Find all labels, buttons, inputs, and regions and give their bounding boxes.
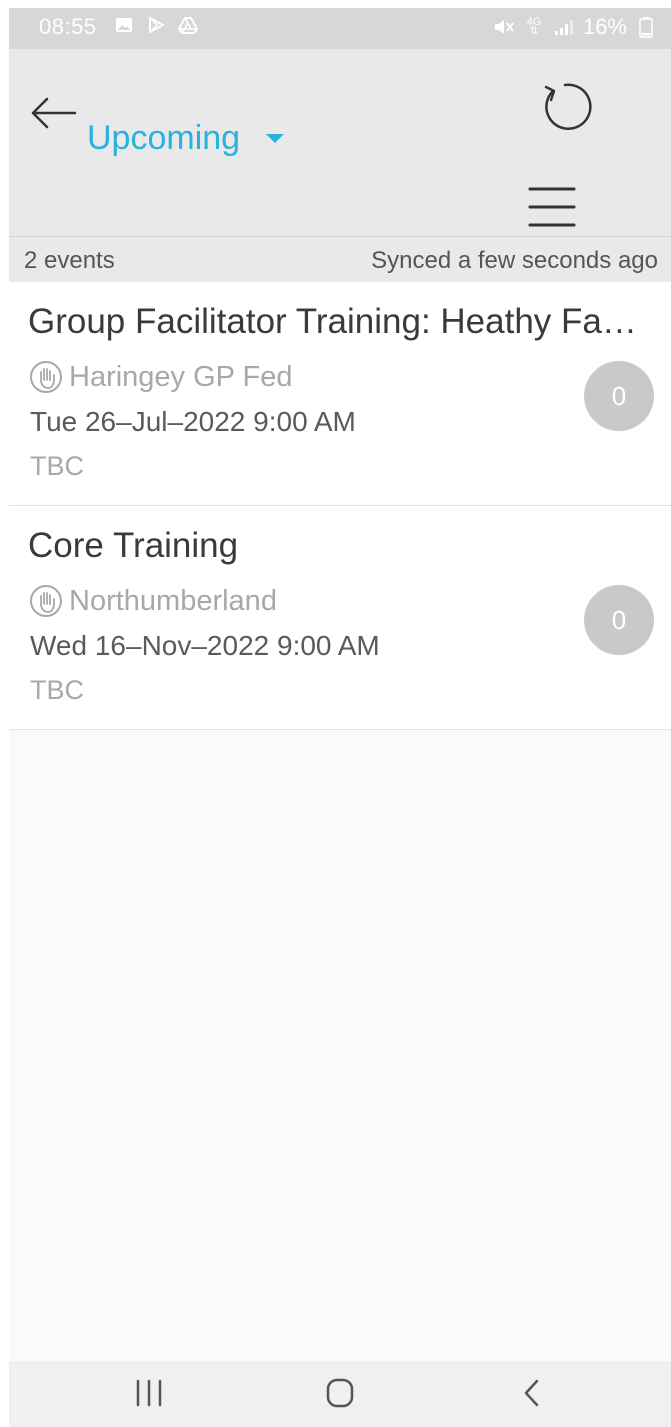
- sync-info-bar: 2 events Synced a few seconds ago: [9, 237, 671, 282]
- home-button[interactable]: [320, 1375, 360, 1411]
- event-location: TBC: [30, 451, 84, 481]
- event-organization: Haringey GP Fed: [29, 360, 293, 394]
- attendee-count-badge: 0: [584, 585, 654, 655]
- back-icon: [524, 1379, 539, 1407]
- hand-icon: [30, 361, 62, 393]
- back-arrow-icon: [31, 97, 77, 129]
- home-icon: [326, 1378, 354, 1408]
- notification-icons: [113, 14, 199, 36]
- event-title: Group Facilitator Training: Heathy Fa…: [28, 302, 637, 341]
- mute-icon: [493, 16, 515, 38]
- view-selector-label: Upcoming: [87, 119, 241, 157]
- event-organization-label: Northumberland: [69, 584, 277, 617]
- battery-level: 16%: [582, 14, 627, 39]
- dropdown-caret-icon: [266, 134, 285, 143]
- status-time: 08:55: [39, 14, 97, 39]
- gallery-icon: [113, 14, 135, 36]
- event-title: Core Training: [28, 526, 239, 565]
- system-icons: 4G ⇅ 16%: [493, 14, 657, 40]
- event-date: Tue 26–Jul–2022 9:00 AM: [30, 406, 356, 437]
- event-list-item[interactable]: Core Training Northumberland Wed 16–Nov–…: [9, 506, 671, 730]
- back-button[interactable]: [27, 93, 83, 133]
- screen: 08:55 4G ⇅ 16% Upcoming 2 events Synced …: [9, 8, 671, 1427]
- sync-status: Synced a few seconds ago: [371, 247, 658, 274]
- event-date: Wed 16–Nov–2022 9:00 AM: [30, 630, 380, 661]
- refresh-button[interactable]: [537, 79, 593, 135]
- hamburger-menu-icon: [528, 187, 576, 227]
- battery-icon: [635, 16, 657, 38]
- status-bar: 08:55 4G ⇅ 16%: [9, 8, 671, 49]
- signal-icon: [553, 16, 575, 38]
- recent-apps-button[interactable]: [129, 1375, 169, 1411]
- view-selector-dropdown[interactable]: Upcoming: [87, 119, 285, 158]
- event-list-item[interactable]: Group Facilitator Training: Heathy Fa… H…: [9, 282, 671, 506]
- event-list: Group Facilitator Training: Heathy Fa… H…: [9, 282, 671, 730]
- attendee-count-badge: 0: [584, 361, 654, 431]
- back-nav-button[interactable]: [513, 1375, 553, 1411]
- play-store-icon: [145, 14, 167, 36]
- event-count: 2 events: [24, 247, 115, 274]
- event-organization-label: Haringey GP Fed: [69, 360, 293, 393]
- drive-icon: [177, 14, 199, 36]
- refresh-icon: [544, 83, 592, 130]
- event-location: TBC: [30, 675, 84, 705]
- recent-apps-icon: [136, 1379, 162, 1407]
- hand-icon: [30, 585, 62, 617]
- event-organization: Northumberland: [29, 584, 277, 618]
- system-navigation-bar: [9, 1361, 671, 1427]
- menu-button[interactable]: [527, 185, 577, 229]
- app-header: Upcoming: [9, 49, 671, 237]
- network-4g-icon: 4G ⇅: [526, 16, 542, 37]
